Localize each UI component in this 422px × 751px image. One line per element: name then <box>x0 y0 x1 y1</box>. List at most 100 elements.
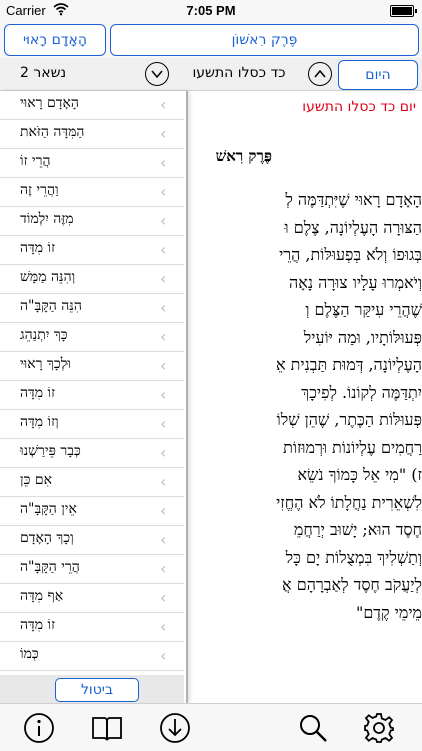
chevron-left-icon: ‹ <box>160 298 167 317</box>
next-day-button[interactable] <box>145 62 169 86</box>
reader-pane[interactable]: יום כד כסלו התשעו פֶּרֶק רִאשׁ הָאָדָם ר… <box>186 91 422 703</box>
top-bar: הָאָדָם רָאוּי פֶּרֶק רִאשׁוֹן <box>0 22 422 58</box>
list-item[interactable]: ‹ אַף מִדָּה <box>0 584 184 613</box>
chapter-heading: פֶּרֶק רִאשׁ <box>215 147 272 165</box>
list-item-label: וּלְכָךְ רָאוּי <box>20 356 71 372</box>
text-line: שֶׁהֲרֵי עִיקַּר הַצֶּלֶם וְ <box>305 300 422 319</box>
list-item[interactable]: ‹ הֲרֵי זוֹ <box>0 149 184 178</box>
date-bar: נשאר 2 כד כסלו התשעו היום <box>0 58 422 91</box>
chevron-left-icon: ‹ <box>160 414 167 433</box>
list-item-label: כָּךְ יִתְנַהֵג <box>20 327 68 343</box>
list-item-label: וְזוֹ מִדָּה <box>20 414 59 430</box>
text-line: לְיַעֲקֹב חֶסֶד לְאַבְרָהָם אֲ <box>282 575 422 594</box>
chevron-left-icon: ‹ <box>160 443 167 462</box>
clock: 7:05 PM <box>186 3 236 18</box>
chapter-button[interactable]: הָאָדָם רָאוּי <box>4 24 106 56</box>
text-line: הָעֶלְיוֹנָה, דְּמוּת תַּבְנִית אֵ <box>275 355 422 374</box>
chevron-down-icon <box>151 70 163 78</box>
list-item[interactable]: ‹ אִם כֵּן <box>0 468 184 497</box>
gear-icon[interactable] <box>362 711 396 745</box>
chevron-left-icon: ‹ <box>160 617 167 636</box>
text-line: יִתְדַּמֶּה לְקוֹנוֹ. לְפִיכָךְ <box>301 382 422 402</box>
chevron-left-icon: ‹ <box>160 153 167 172</box>
download-icon[interactable] <box>158 711 192 745</box>
reader-text: הָאָדָם רָאוּי שֶׁיִּתְדַּמֶּה לְ הַצּוּ… <box>186 186 422 626</box>
list-item[interactable]: ‹ הִנֵּה הַקָּבָּ"ה <box>0 294 184 323</box>
text-line: לִשְׁאֵרִית נַחֲלָתוֹ לֹא הֶחֱזִי <box>276 492 422 512</box>
text-line: פְּעוּלּוֹתָיו, וּמַה יּוֹעִיל <box>303 327 422 347</box>
text-line: מֵימֵי קֶדֶם" <box>355 602 422 622</box>
remaining-label: נשאר 2 <box>20 65 67 81</box>
list-item-label: וַהֲרֵי זֶה <box>20 182 59 198</box>
list-item-label: כְּבָר פֵּירַשְׁנוּ <box>20 443 81 459</box>
list-item[interactable]: ‹ וּלְכָךְ רָאוּי <box>0 352 184 381</box>
chevron-left-icon: ‹ <box>160 211 167 230</box>
chevron-left-icon: ‹ <box>160 124 167 143</box>
info-icon[interactable] <box>22 711 56 745</box>
list-item-label: הָאָדָם רָאוּי <box>20 95 79 111</box>
previous-day-button[interactable] <box>308 62 332 86</box>
search-icon[interactable] <box>296 711 330 745</box>
text-line: וְתַשְׁלִיךְ בִּמְצֻלוֹת יָם כָּל <box>285 547 422 567</box>
day-title: יום כד כסלו התשעו <box>302 99 416 115</box>
cancel-button[interactable]: ביטול <box>55 678 139 702</box>
list-item[interactable]: ‹ כָּךְ יִתְנַהֵג <box>0 323 184 352</box>
text-line: רַחֲמִים עֶלְיוֹנוֹת וּרְמוּזוֹת <box>283 437 422 457</box>
chevron-left-icon: ‹ <box>160 327 167 346</box>
chevron-left-icon: ‹ <box>160 385 167 404</box>
list-item[interactable]: ‹ וְהִנֵּה מַמָּשׁ <box>0 265 184 294</box>
chevron-left-icon: ‹ <box>160 269 167 288</box>
list-item[interactable]: ‹ אֵין הַקָּבָּ"ה <box>0 497 184 526</box>
text-line: וְיֹאמְרוּ עָלָיו צוּרָה נָאָה <box>289 272 422 292</box>
list-item-label: אַף מִדָּה <box>20 588 64 604</box>
chevron-left-icon: ‹ <box>160 530 167 549</box>
chevron-left-icon: ‹ <box>160 240 167 259</box>
perek-button[interactable]: פֶּרֶק רִאשׁוֹן <box>110 24 419 56</box>
battery-icon <box>390 5 417 17</box>
list-item-label: זוֹ מִדָּה <box>20 385 56 401</box>
list-item[interactable]: ‹ וְזוֹ מִדָּה <box>0 410 184 439</box>
list-item-label: הַמִּדָּה הַזֹּאת <box>20 124 85 140</box>
current-date: כד כסלו התשעו <box>192 65 286 81</box>
list-item-label: כְּמוֹ <box>20 646 39 662</box>
list-item-label: הִנֵּה הַקָּבָּ"ה <box>20 298 82 314</box>
status-bar: Carrier 7:05 PM <box>0 0 422 22</box>
text-line: פְּעוּלּוֹת הַכֶּתֶר, שֶׁהֵן שְׁלוֹ <box>276 410 422 429</box>
list-item[interactable]: ‹ הָאָדָם רָאוּי <box>0 91 184 120</box>
list-item[interactable]: ‹ הַמִּדָּה הַזֹּאת <box>0 120 184 149</box>
list-item-label: הֲרֵי זוֹ <box>20 153 51 169</box>
list-item[interactable]: ‹ כְּבָר פֵּירַשְׁנוּ <box>0 439 184 468</box>
list-item-label: זוֹ מִדָּה <box>20 617 56 633</box>
bottom-toolbar <box>0 703 422 751</box>
chevron-left-icon: ‹ <box>160 356 167 375</box>
list-item[interactable]: ‹ וַהֲרֵי זֶה <box>0 178 184 207</box>
chevron-left-icon: ‹ <box>160 95 167 114</box>
list-item-label: וְהִנֵּה מַמָּשׁ <box>20 269 76 285</box>
text-line: הָאָדָם רָאוּי שֶׁיִּתְדַּמֶּה לְ <box>285 190 422 209</box>
list-item-label: הֲרֵי הַקָּבָּ"ה <box>20 559 80 575</box>
today-button[interactable]: היום <box>338 60 418 90</box>
list-item-label: אִם כֵּן <box>20 472 52 488</box>
book-icon[interactable] <box>90 711 124 745</box>
text-line: הַצּוּרָה הָעֶלְיוֹנָה, צֶלֶם וּ <box>284 217 422 237</box>
list-item-label: מִזֶּה יִלְמוֹד <box>20 211 74 227</box>
list-item[interactable]: ‹ זוֹ מִדָּה <box>0 236 184 265</box>
section-list[interactable]: ‹ הָאָדָם רָאוּי ‹ הַמִּדָּה הַזֹּאת ‹ הֲרֵ… <box>0 91 188 703</box>
chevron-up-icon <box>314 70 326 78</box>
list-item-label: אֵין הַקָּבָּ"ה <box>20 501 77 517</box>
text-line: ז) "מִי אֵל כָּמוֹךָ נֹשֵׂא <box>297 465 422 484</box>
list-item[interactable]: ‹ וְכָךְ הָאָדָם <box>0 526 184 555</box>
list-item-label: זוֹ מִדָּה <box>20 240 56 256</box>
chevron-left-icon: ‹ <box>160 588 167 607</box>
list-item[interactable]: ‹ כְּמוֹ <box>0 642 184 671</box>
chevron-left-icon: ‹ <box>160 646 167 665</box>
chevron-left-icon: ‹ <box>160 182 167 201</box>
list-item[interactable]: ‹ הֲרֵי הַקָּבָּ"ה <box>0 555 184 584</box>
list-item[interactable]: ‹ זוֹ מִדָּה <box>0 381 184 410</box>
list-item[interactable]: ‹ זוֹ מִדָּה <box>0 613 184 642</box>
chevron-left-icon: ‹ <box>160 559 167 578</box>
chevron-left-icon: ‹ <box>160 501 167 520</box>
list-footer: ביטול <box>0 675 184 703</box>
list-item[interactable]: ‹ מִזֶּה יִלְמוֹד <box>0 207 184 236</box>
list-item-label: וְכָךְ הָאָדָם <box>20 530 74 546</box>
